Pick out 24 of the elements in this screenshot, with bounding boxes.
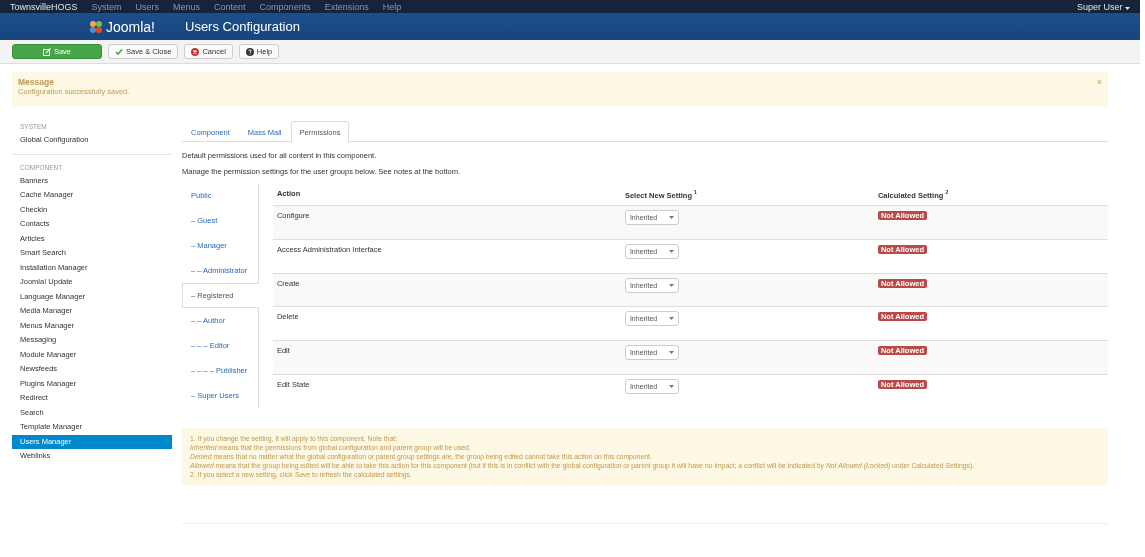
site-link[interactable]: TownsvilleHOGS [10, 1, 78, 12]
help-icon [245, 47, 254, 56]
logo-icon [88, 19, 103, 34]
menu-item[interactable]: Menus [173, 1, 201, 12]
check-icon [115, 47, 123, 56]
caret-icon [668, 351, 674, 355]
menu-item[interactable]: Components [259, 1, 311, 12]
menu-item[interactable]: Extensions [324, 1, 369, 12]
caret-icon [668, 249, 674, 253]
page-title: Users Configuration [185, 19, 300, 34]
menu-item[interactable]: Users [135, 1, 160, 12]
menu-item[interactable]: Content [214, 1, 246, 12]
menu-item[interactable]: Help [382, 1, 402, 12]
edit-icon [42, 47, 51, 56]
caret-icon [668, 317, 674, 321]
caret-icon [1125, 6, 1130, 10]
logo-text: Joomla! [105, 18, 155, 35]
message-title: Message [18, 77, 55, 87]
caret-icon [668, 215, 674, 219]
caret-icon [668, 283, 674, 287]
menu-item[interactable]: System [91, 1, 122, 12]
user-menu[interactable]: Super User [1076, 1, 1130, 12]
cancel-icon [191, 47, 200, 56]
caret-icon [668, 385, 674, 389]
